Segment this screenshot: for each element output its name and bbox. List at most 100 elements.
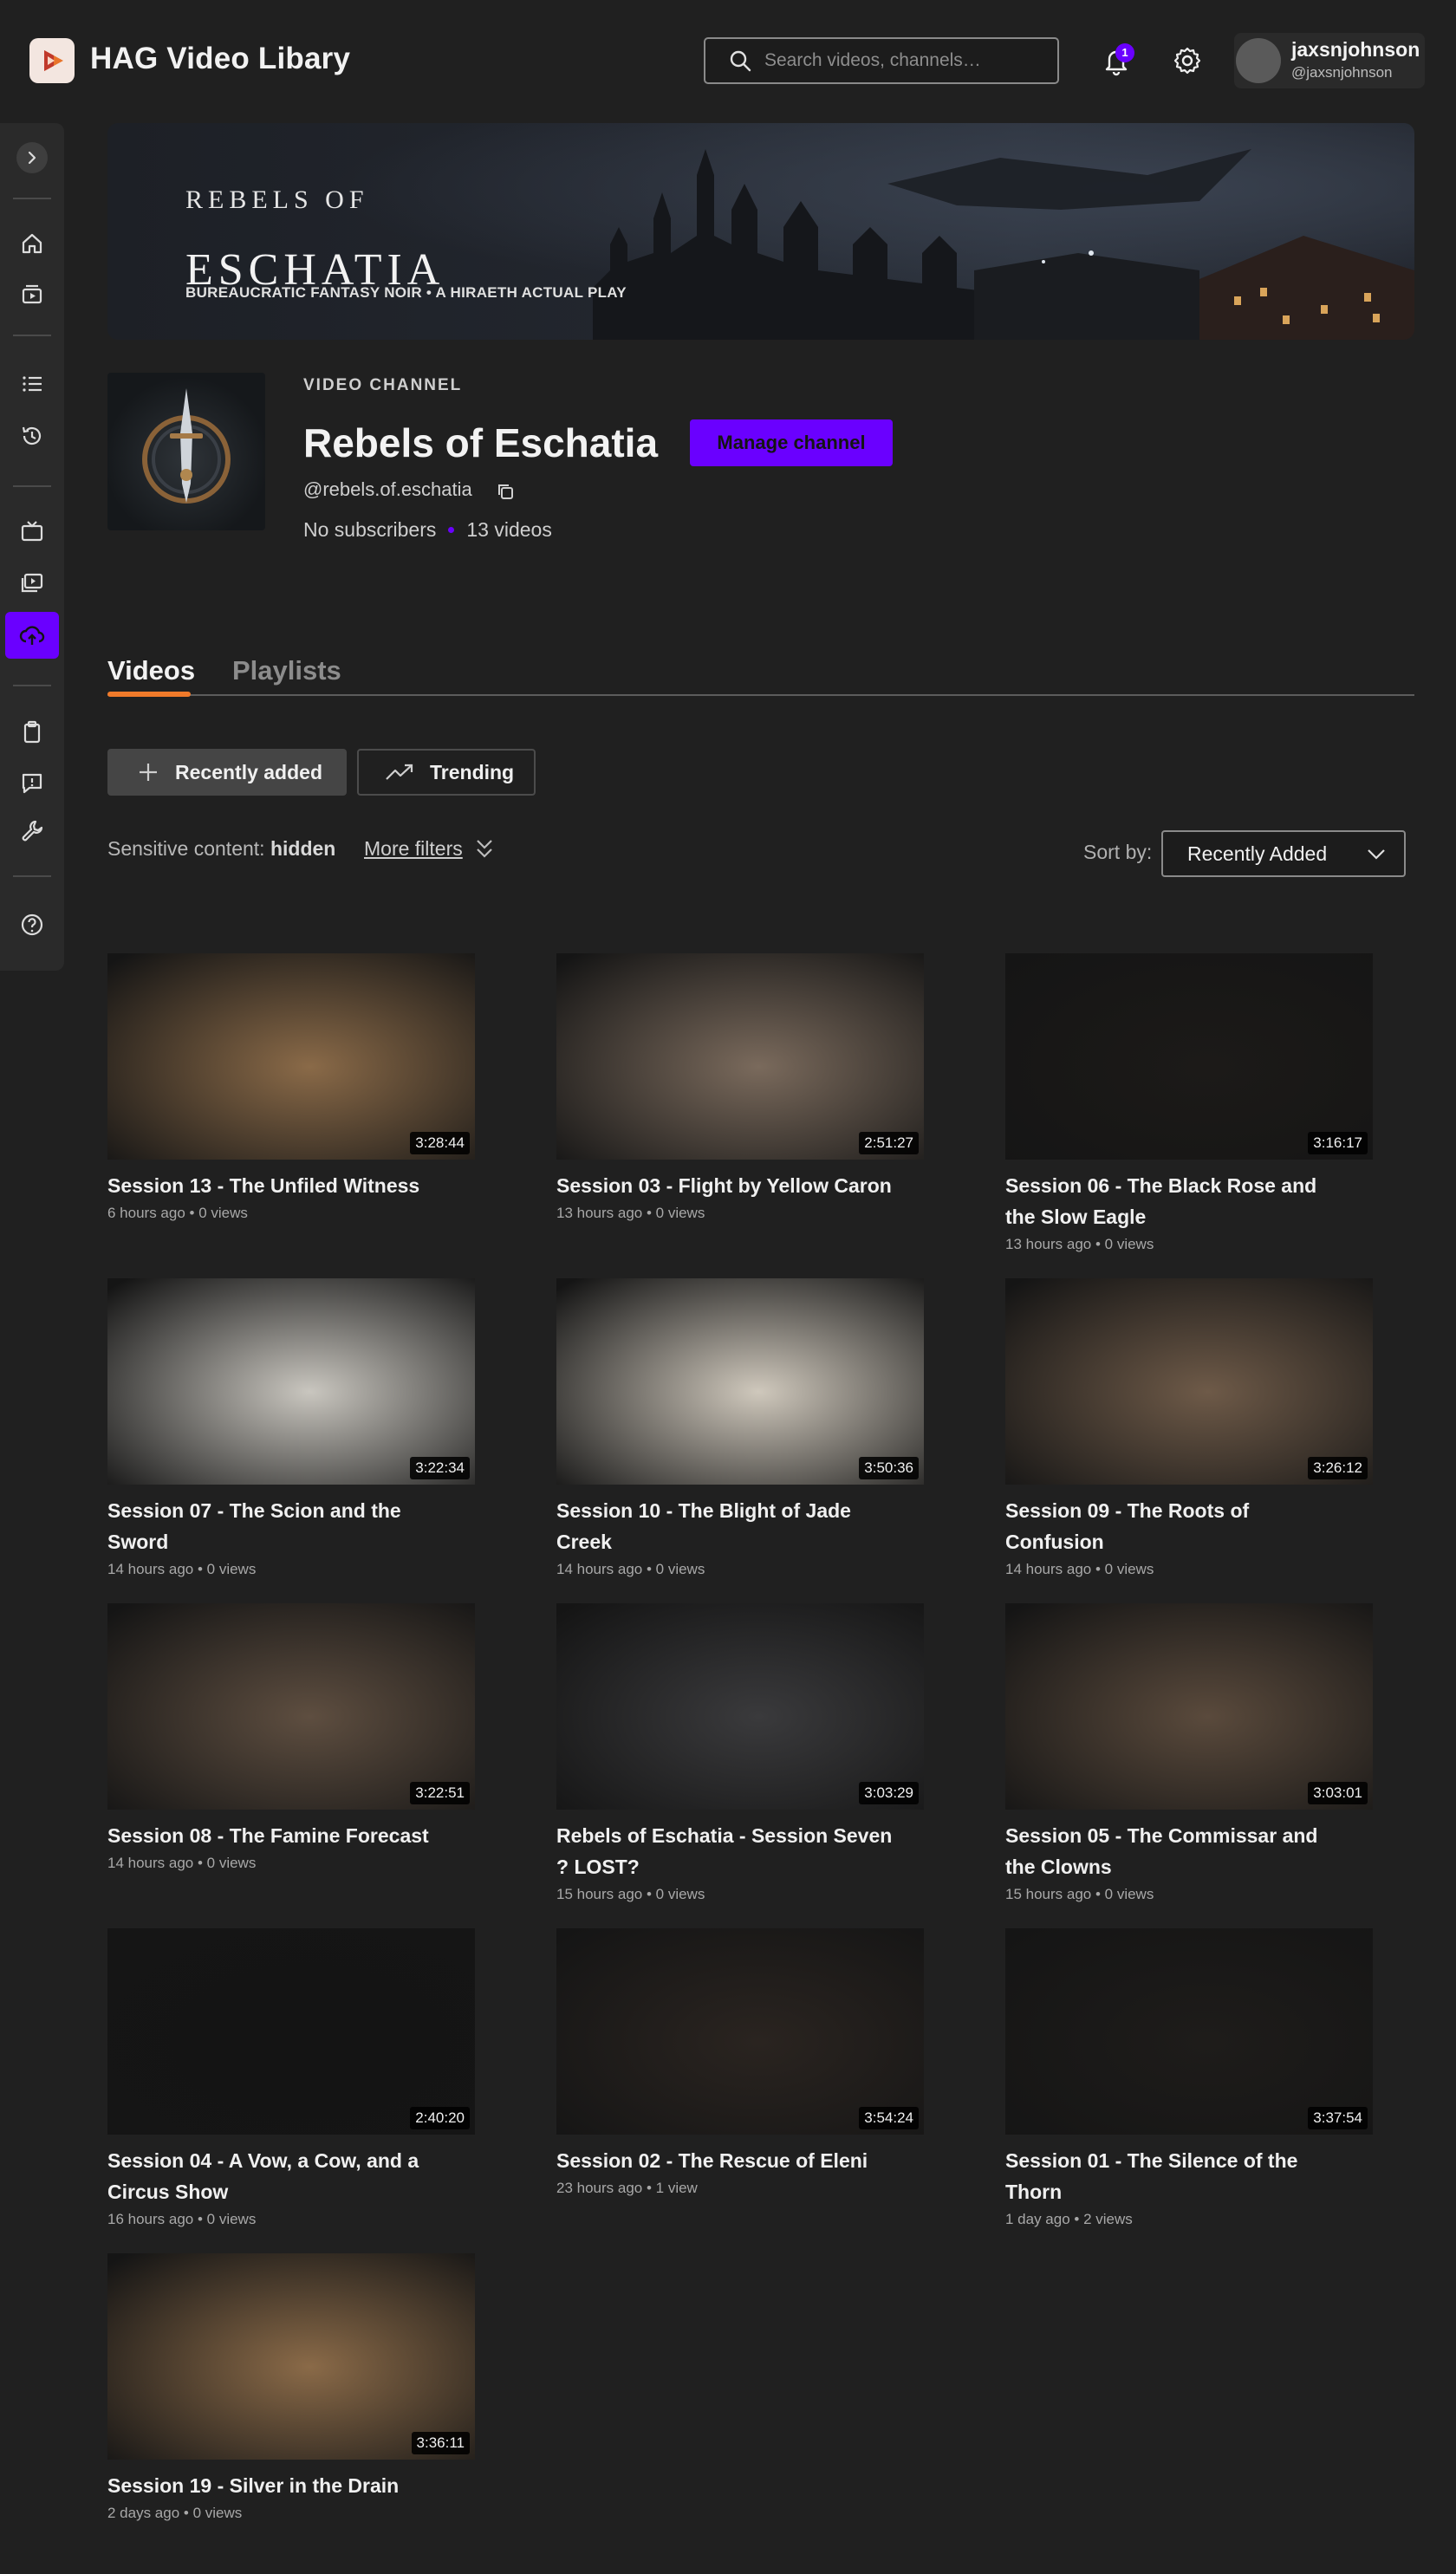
sidebar-divider (13, 875, 51, 877)
video-card[interactable]: 3:36:11 Session 19 - Silver in the Drain 2… (107, 2253, 475, 2522)
more-filters-link[interactable]: More filters (364, 837, 463, 861)
recently-added-filter-button[interactable]: Recently added (107, 749, 347, 796)
user-menu[interactable]: jaxsnjohnson @jaxsnjohnson (1234, 33, 1425, 88)
video-duration-badge: 3:22:51 (410, 1782, 470, 1804)
video-title[interactable]: Session 19 - Silver in the Drain (107, 2470, 454, 2501)
video-card[interactable]: 2:40:20 Session 04 - A Vow, a Cow, and a … (107, 1928, 475, 2228)
video-card[interactable]: 3:50:36 Session 10 - The Blight of Jade C… (556, 1278, 924, 1578)
video-thumbnail[interactable]: 3:22:51 (107, 1603, 475, 1810)
video-title[interactable]: Session 05 - The Commissar and the Clown… (1005, 1820, 1352, 1882)
sidebar-item-subscriptions[interactable] (0, 270, 64, 317)
video-card[interactable]: 3:22:51 Session 08 - The Famine Forecast 1… (107, 1603, 475, 1872)
video-title[interactable]: Rebels of Eschatia - Session Seven ? LOS… (556, 1820, 903, 1882)
video-thumbnail[interactable]: 3:22:34 (107, 1278, 475, 1485)
video-duration-badge: 3:03:01 (1308, 1782, 1368, 1804)
video-thumbnail[interactable]: 3:03:01 (1005, 1603, 1373, 1810)
sidebar-divider (13, 335, 51, 336)
video-meta: 13 hours ago • 0 views (1005, 1236, 1154, 1252)
video-duration-badge: 3:03:29 (859, 1782, 919, 1804)
sort-select[interactable]: Recently Added (1161, 830, 1406, 877)
video-title[interactable]: Session 09 - The Roots of Confusion (1005, 1495, 1352, 1557)
video-title[interactable]: Session 13 - The Unfiled Witness (107, 1170, 454, 1201)
video-card[interactable]: 3:28:44 Session 13 - The Unfiled Witness 6… (107, 953, 475, 1222)
video-meta: 23 hours ago • 1 view (556, 2180, 698, 2196)
sidebar-item-reports[interactable] (0, 759, 64, 806)
video-thumbnail[interactable]: 3:26:12 (1005, 1278, 1373, 1485)
sidebar-toggle-button[interactable] (16, 142, 48, 173)
video-thumbnail[interactable]: 3:50:36 (556, 1278, 924, 1485)
video-meta: 1 day ago • 2 views (1005, 2211, 1133, 2227)
video-meta: 14 hours ago • 0 views (556, 1561, 705, 1577)
search-icon (730, 50, 751, 72)
search-box[interactable] (704, 37, 1059, 84)
video-title[interactable]: Session 08 - The Famine Forecast (107, 1820, 454, 1851)
video-thumbnail[interactable]: 3:54:24 (556, 1928, 924, 2135)
video-meta: 14 hours ago • 0 views (107, 1561, 257, 1577)
app-title[interactable]: HAG Video Libary (90, 42, 350, 76)
video-card[interactable]: 3:22:34 Session 07 - The Scion and the Sw… (107, 1278, 475, 1578)
video-meta: 13 hours ago • 0 views (556, 1205, 705, 1221)
sidebar-item-moderation[interactable] (0, 709, 64, 756)
separator-dot (448, 527, 455, 533)
sidebar-item-my-videos[interactable] (0, 560, 64, 607)
sensitive-content-label: Sensitive content: (107, 837, 265, 860)
sensitive-content-value: hidden (270, 837, 336, 860)
video-title[interactable]: Session 03 - Flight by Yellow Caron (556, 1170, 903, 1201)
video-card[interactable]: 3:03:29 Rebels of Eschatia - Session Seve… (556, 1603, 924, 1903)
sidebar-item-home[interactable] (0, 220, 64, 267)
sidebar-item-playlists[interactable] (0, 361, 64, 407)
video-title[interactable]: Session 07 - The Scion and the Sword (107, 1495, 454, 1557)
video-thumbnail[interactable]: 2:40:20 (107, 1928, 475, 2135)
plus-icon (140, 764, 157, 781)
video-card[interactable]: 3:37:54 Session 01 - The Silence of the T… (1005, 1928, 1373, 2228)
video-thumbnail[interactable]: 3:03:29 (556, 1603, 924, 1810)
trending-filter-button[interactable]: Trending (357, 749, 536, 796)
top-bar: HAG Video Libary 1 jaxsnjohnson @jaxsnjo… (0, 0, 1456, 121)
video-title[interactable]: Session 06 - The Black Rose and the Slow… (1005, 1170, 1352, 1232)
video-card[interactable]: 3:26:12 Session 09 - The Roots of Confusi… (1005, 1278, 1373, 1578)
video-duration-badge: 3:50:36 (859, 1457, 919, 1479)
video-thumbnail[interactable]: 3:16:17 (1005, 953, 1373, 1160)
video-thumbnail[interactable]: 3:36:11 (107, 2253, 475, 2460)
video-meta: 14 hours ago • 0 views (1005, 1561, 1154, 1577)
video-meta: 6 hours ago • 0 views (107, 1205, 248, 1221)
video-title[interactable]: Session 10 - The Blight of Jade Creek (556, 1495, 903, 1557)
video-title[interactable]: Session 01 - The Silence of the Thorn (1005, 2145, 1352, 2207)
sidebar-item-help[interactable] (0, 901, 64, 948)
video-card[interactable]: 3:03:01 Session 05 - The Commissar and th… (1005, 1603, 1373, 1903)
video-title[interactable]: Session 04 - A Vow, a Cow, and a Circus … (107, 2145, 454, 2207)
dagger-emblem-icon (142, 388, 231, 504)
search-input[interactable] (764, 50, 1050, 71)
app-logo-icon[interactable] (29, 38, 75, 83)
video-card[interactable]: 2:51:27 Session 03 - Flight by Yellow Car… (556, 953, 924, 1222)
city-skyline-illustration (593, 149, 1414, 340)
video-meta: 15 hours ago • 0 views (1005, 1886, 1154, 1902)
notifications-button[interactable]: 1 (1099, 43, 1134, 78)
sidebar-item-admin[interactable] (0, 808, 64, 855)
video-title[interactable]: Session 02 - The Rescue of Eleni (556, 2145, 903, 2176)
video-duration-badge: 3:28:44 (410, 1132, 470, 1154)
video-duration-badge: 3:16:17 (1308, 1132, 1368, 1154)
sidebar-item-upload[interactable] (5, 612, 59, 659)
sort-by-label: Sort by: (1083, 841, 1153, 863)
avatar (1236, 38, 1281, 83)
video-card[interactable]: 3:54:24 Session 02 - The Rescue of Eleni 2… (556, 1928, 924, 2197)
banner-subtitle: BUREAUCRATIC FANTASY NOIR • A HIRAETH AC… (185, 284, 627, 301)
sidebar-item-history[interactable] (0, 413, 64, 459)
tab-videos[interactable]: Videos (107, 655, 195, 686)
video-duration-badge: 3:22:34 (410, 1457, 470, 1479)
video-thumbnail[interactable]: 2:51:27 (556, 953, 924, 1160)
trending-label: Trending (430, 760, 515, 783)
video-thumbnail[interactable]: 3:28:44 (107, 953, 475, 1160)
settings-button[interactable] (1170, 43, 1205, 78)
channel-avatar (107, 373, 265, 530)
video-card[interactable]: 3:16:17 Session 06 - The Black Rose and t… (1005, 953, 1373, 1253)
double-chevron-down-icon[interactable] (473, 835, 496, 861)
video-thumbnail[interactable]: 3:37:54 (1005, 1928, 1373, 2135)
copy-icon[interactable] (494, 480, 517, 503)
tab-playlists[interactable]: Playlists (232, 655, 341, 686)
tabs-divider (107, 694, 1414, 696)
manage-channel-button[interactable]: Manage channel (690, 419, 893, 466)
sidebar-item-channels[interactable] (0, 508, 64, 555)
tv-icon (21, 521, 43, 542)
